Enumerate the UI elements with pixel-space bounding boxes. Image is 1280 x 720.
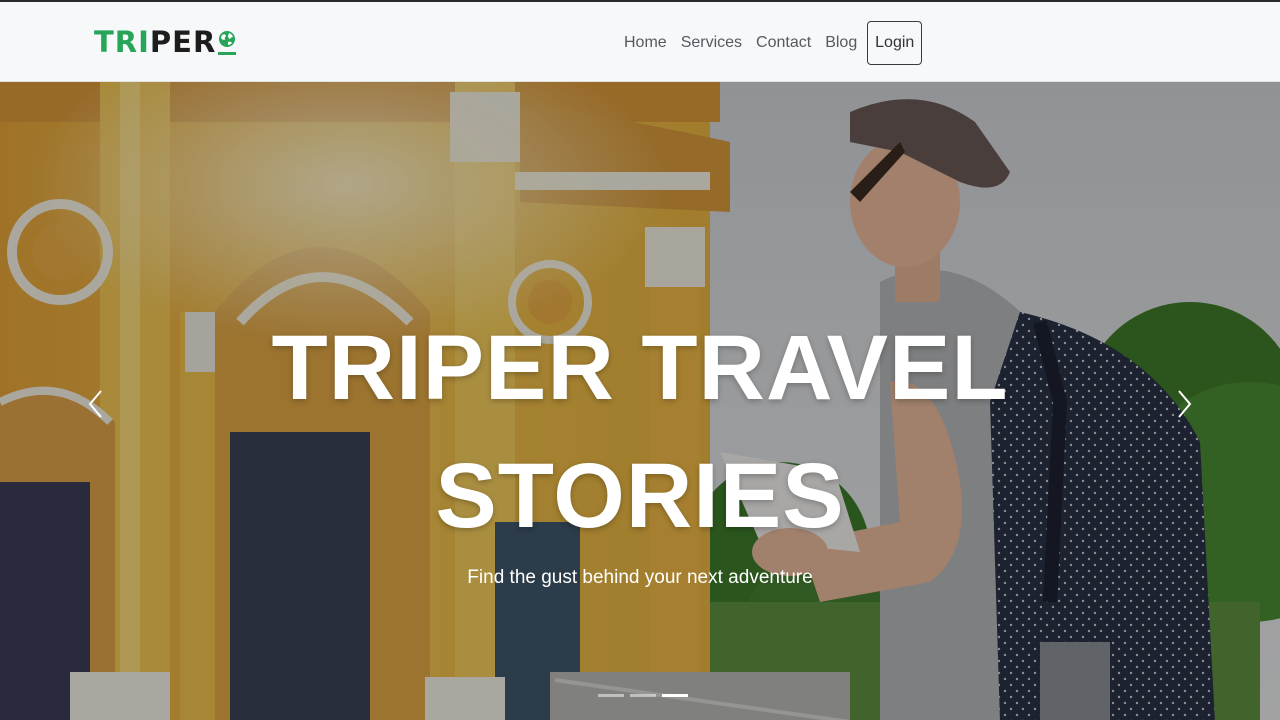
nav-link-contact[interactable]: Contact	[749, 21, 818, 65]
brand-underline	[218, 52, 237, 55]
brand-text-part1: TRI	[94, 25, 150, 59]
carousel-next-button[interactable]	[1172, 386, 1196, 422]
hero-title: TRIPER TRAVEL STORIES	[240, 304, 1040, 560]
carousel-indicator-2[interactable]	[630, 694, 656, 697]
nav-link-services[interactable]: Services	[674, 21, 749, 65]
carousel-indicator-3[interactable]	[662, 694, 688, 697]
globe-icon	[218, 27, 237, 57]
nav-link-home[interactable]: Home	[617, 21, 674, 65]
hero-title-line1: TRIPER TRAVEL	[271, 317, 1009, 419]
chevron-right-icon	[1178, 390, 1192, 418]
hero-carousel: TRIPER TRAVEL STORIES Find the gust behi…	[0, 82, 1280, 720]
brand-logo[interactable]: TRI PER	[94, 24, 237, 60]
carousel-indicators	[598, 694, 688, 697]
carousel-prev-button[interactable]	[84, 386, 108, 422]
login-button[interactable]: Login	[867, 21, 923, 65]
hero-subtitle: Find the gust behind your next adventure	[467, 567, 813, 588]
hero-title-line2: STORIES	[435, 445, 845, 547]
nav-menu: Home Services Contact Blog Login	[617, 21, 923, 65]
brand-text-part2: PER	[149, 25, 217, 59]
brand-wordmark: TRI PER	[94, 24, 216, 60]
chevron-left-icon	[88, 390, 102, 418]
navbar: TRI PER Home Services Contact Blog Login	[0, 2, 1280, 82]
carousel-indicator-1[interactable]	[598, 694, 624, 697]
page: TRI PER Home Services Contact Blog Login	[0, 0, 1280, 720]
nav-link-blog[interactable]: Blog	[818, 21, 864, 65]
